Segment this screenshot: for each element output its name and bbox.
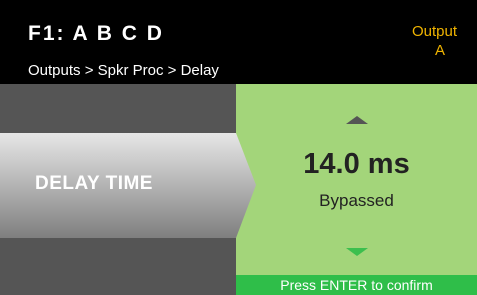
output-badge-channel: A — [434, 42, 445, 59]
parameter-value: 14.0 ms — [303, 148, 410, 180]
header-bar: F1: A B C D Outputs > Spkr Proc > Delay … — [0, 0, 477, 84]
selected-parameter-tab[interactable]: DELAY TIME — [0, 133, 256, 238]
triangle-up-icon[interactable] — [346, 116, 368, 124]
parameter-status: Bypassed — [319, 191, 394, 210]
breadcrumb: Outputs > Spkr Proc > Delay — [28, 62, 219, 79]
page-title: F1: A B C D — [28, 22, 164, 45]
confirm-hint: Press ENTER to confirm — [236, 275, 477, 295]
screen: F1: A B C D Outputs > Spkr Proc > Delay … — [0, 0, 477, 295]
parameter-label: DELAY TIME — [35, 173, 153, 194]
output-badge-label: Output — [411, 23, 457, 40]
value-editor[interactable]: 14.0 ms Bypassed Press ENTER to confirm — [236, 84, 477, 295]
output-badge: Output A — [397, 22, 457, 60]
triangle-down-icon[interactable] — [346, 248, 368, 256]
